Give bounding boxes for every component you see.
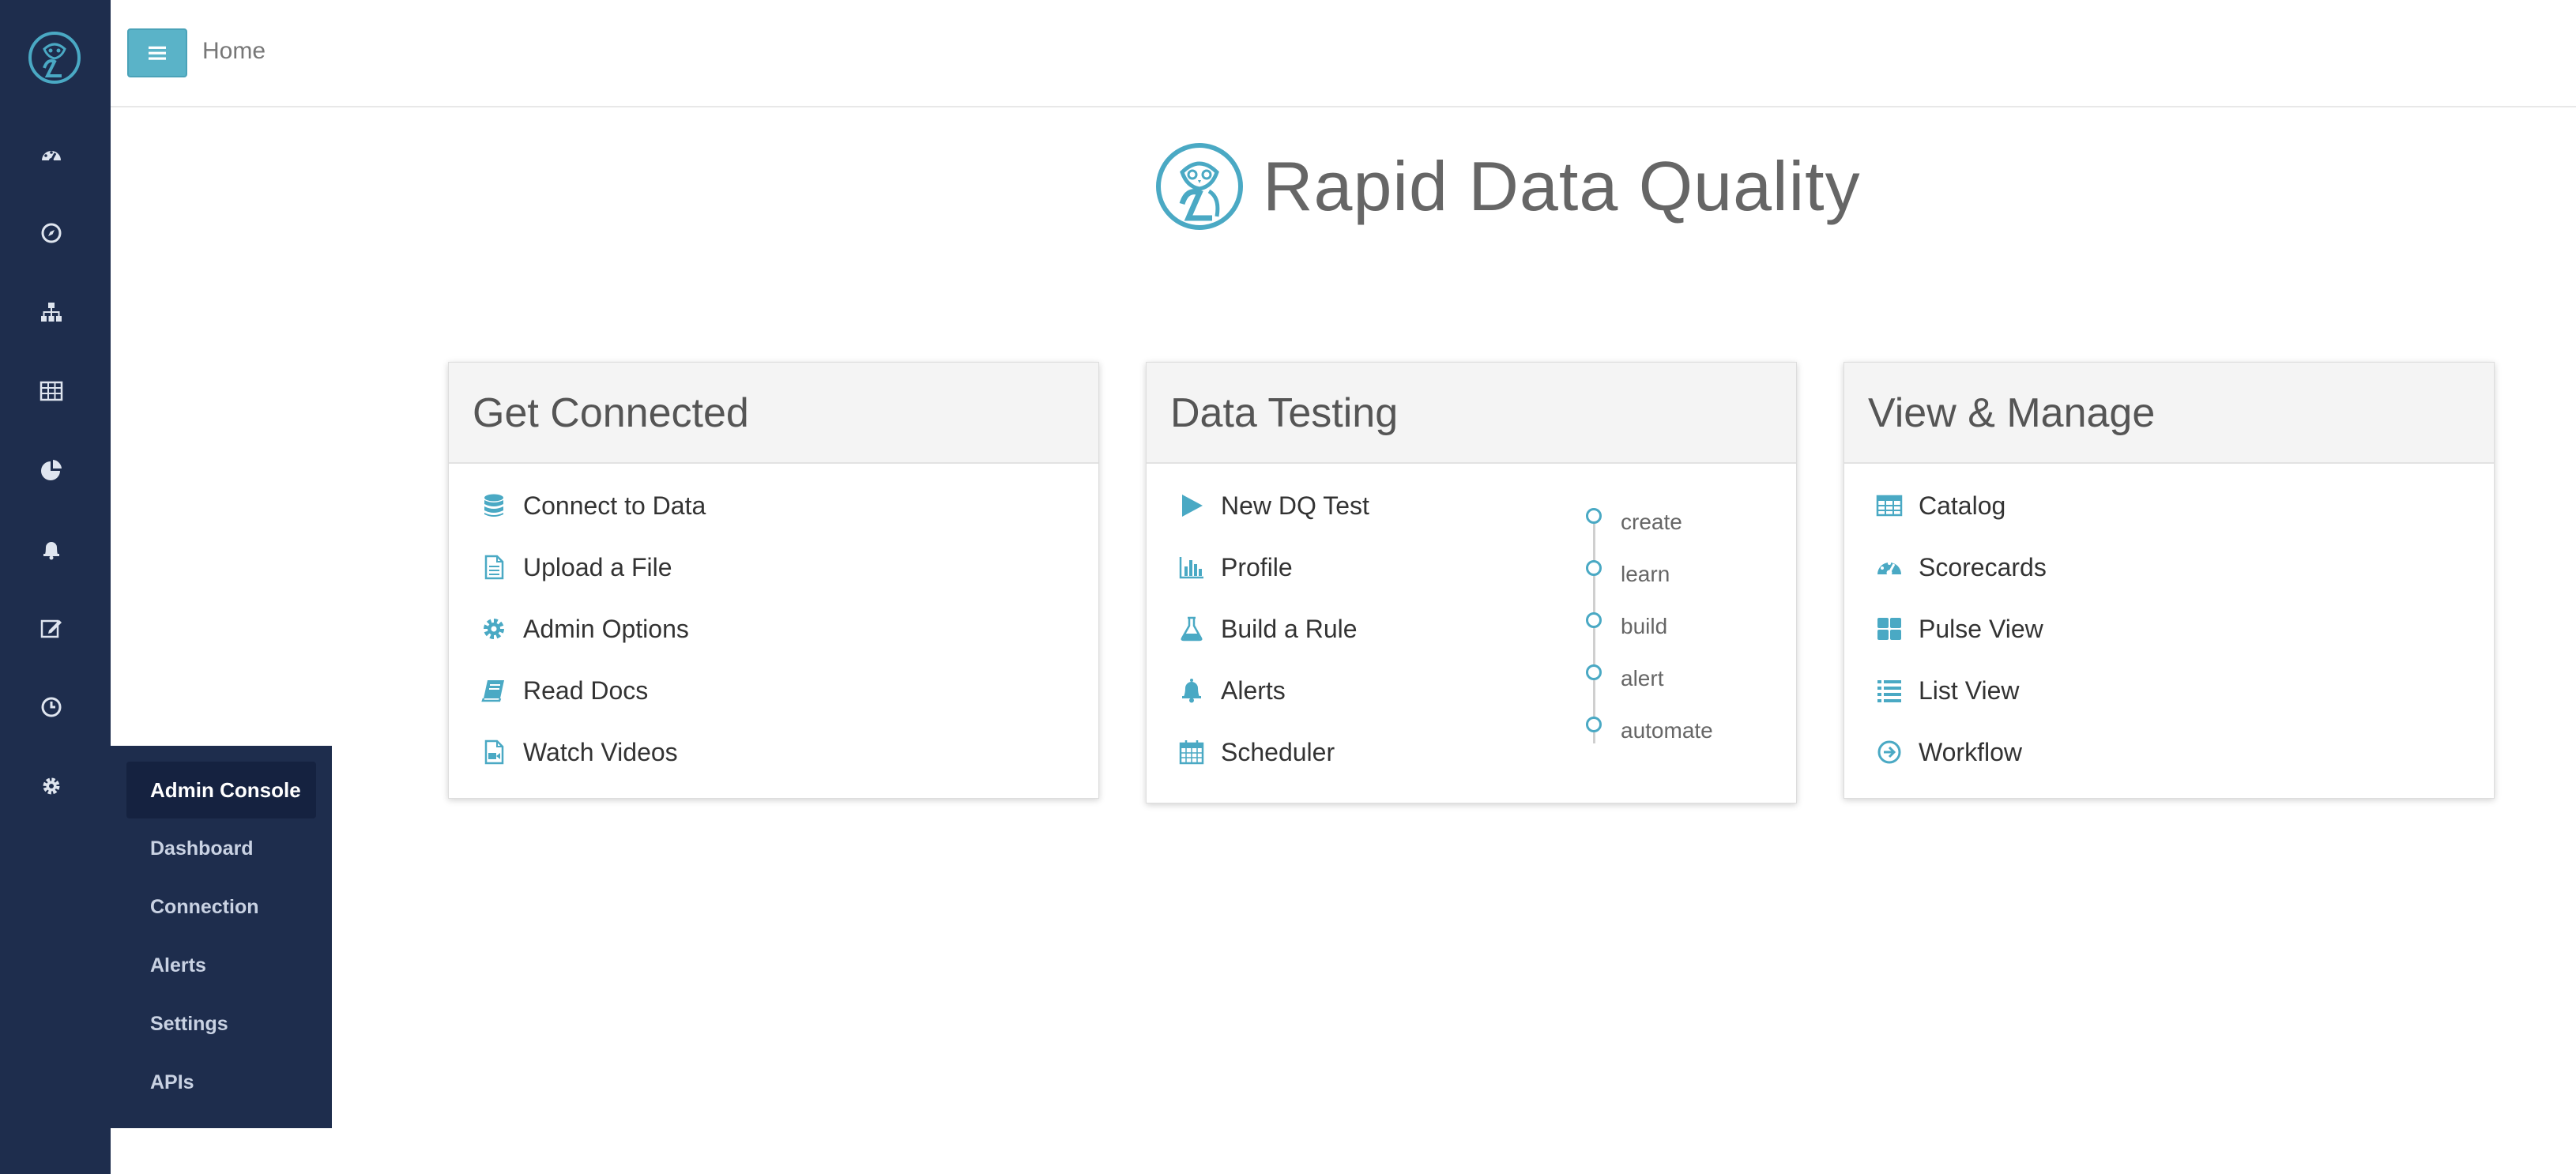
sitemap-icon[interactable] xyxy=(35,295,68,329)
edit-icon[interactable] xyxy=(35,611,68,645)
profile-link[interactable]: Profile xyxy=(1177,547,1293,587)
dashboard-icon xyxy=(1874,552,1904,582)
card-title: Get Connected xyxy=(449,363,1098,464)
admin-console-header[interactable]: Admin Console xyxy=(126,762,316,818)
clock-icon[interactable] xyxy=(35,690,68,724)
upload-file-link[interactable]: Upload a File xyxy=(479,547,672,587)
video-file-icon xyxy=(479,737,509,767)
calendar-icon xyxy=(1177,737,1207,767)
admin-options-link[interactable]: Admin Options xyxy=(479,609,689,649)
scorecards-link[interactable]: Scorecards xyxy=(1874,547,2047,587)
view-manage-card: View & Manage Catalog Scorecards Pulse V… xyxy=(1843,362,2495,799)
admin-menu-item-alerts[interactable]: Alerts xyxy=(150,954,206,977)
gear-icon xyxy=(479,614,509,644)
dashboard-icon[interactable] xyxy=(35,139,68,172)
database-icon xyxy=(479,491,509,521)
hero: Rapid Data Quality xyxy=(1154,139,1861,234)
bell-icon[interactable] xyxy=(35,532,68,566)
timeline-dot xyxy=(1586,508,1602,524)
workflow-timeline xyxy=(1593,517,1595,743)
new-dq-test-link[interactable]: New DQ Test xyxy=(1177,486,1369,525)
build-rule-link[interactable]: Build a Rule xyxy=(1177,609,1358,649)
bell-icon xyxy=(1177,675,1207,706)
owl-logo-icon[interactable] xyxy=(27,30,82,85)
card-title: View & Manage xyxy=(1844,363,2494,464)
card-title: Data Testing xyxy=(1147,363,1796,464)
file-icon xyxy=(479,552,509,582)
timeline-dot xyxy=(1586,664,1602,680)
catalog-link[interactable]: Catalog xyxy=(1874,486,2005,525)
grid-icon xyxy=(1874,614,1904,644)
scheduler-link[interactable]: Scheduler xyxy=(1177,732,1335,772)
pulse-view-link[interactable]: Pulse View xyxy=(1874,609,2043,649)
flask-icon xyxy=(1177,614,1207,644)
get-connected-card: Get Connected Connect to Data Upload a F… xyxy=(448,362,1099,799)
arrow-circle-icon xyxy=(1874,737,1904,767)
admin-menu-item-apis[interactable]: APIs xyxy=(150,1071,194,1094)
timeline-dot xyxy=(1586,717,1602,732)
timeline-step-learn: learn xyxy=(1621,562,1670,586)
admin-menu-item-connection[interactable]: Connection xyxy=(150,896,259,919)
sidebar xyxy=(0,0,111,1174)
timeline-step-build: build xyxy=(1621,614,1668,638)
hamburger-menu-button[interactable] xyxy=(127,28,187,77)
table-icon[interactable] xyxy=(35,374,68,408)
connect-to-data-link[interactable]: Connect to Data xyxy=(479,486,706,525)
read-docs-link[interactable]: Read Docs xyxy=(479,671,648,710)
play-icon xyxy=(1177,491,1207,521)
alerts-link[interactable]: Alerts xyxy=(1177,671,1286,710)
table-icon xyxy=(1874,491,1904,521)
gear-icon[interactable] xyxy=(35,769,68,803)
bar-chart-icon xyxy=(1177,552,1207,582)
hamburger-icon xyxy=(149,46,166,60)
book-icon xyxy=(479,675,509,706)
timeline-step-alert: alert xyxy=(1621,666,1664,690)
admin-console-menu: Admin Console Dashboard Connection Alert… xyxy=(111,746,332,1128)
data-testing-card: Data Testing New DQ Test Profile Build a… xyxy=(1146,362,1797,803)
timeline-step-automate: automate xyxy=(1621,718,1713,743)
list-view-link[interactable]: List View xyxy=(1874,671,2019,710)
admin-menu-item-dashboard[interactable]: Dashboard xyxy=(150,837,254,860)
list-icon xyxy=(1874,675,1904,706)
pie-chart-icon[interactable] xyxy=(35,453,68,487)
owl-logo-icon xyxy=(1154,141,1245,232)
breadcrumb[interactable]: Home xyxy=(202,38,266,65)
watch-videos-link[interactable]: Watch Videos xyxy=(479,732,678,772)
timeline-dot xyxy=(1586,612,1602,628)
compass-icon[interactable] xyxy=(35,216,68,250)
admin-menu-item-settings[interactable]: Settings xyxy=(150,1013,228,1036)
timeline-step-create: create xyxy=(1621,510,1682,534)
timeline-dot xyxy=(1586,560,1602,576)
top-bar: Home xyxy=(111,0,2576,107)
workflow-link[interactable]: Workflow xyxy=(1874,732,2022,772)
page-title: Rapid Data Quality xyxy=(1263,147,1861,225)
